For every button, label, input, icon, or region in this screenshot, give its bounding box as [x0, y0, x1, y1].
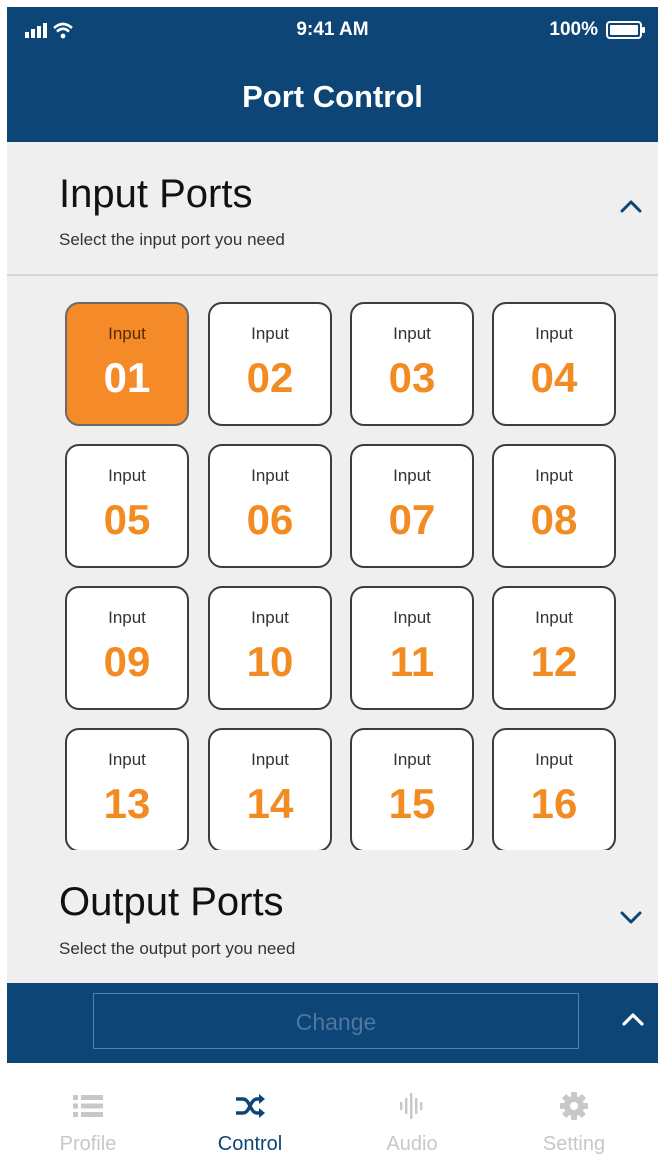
- output-ports-header[interactable]: Output Ports Select the output port you …: [7, 850, 658, 983]
- input-port-07[interactable]: Input 07: [350, 444, 474, 568]
- port-number: 14: [246, 780, 294, 827]
- port-label: Input: [251, 466, 289, 485]
- port-label: Input: [393, 608, 431, 627]
- port-number: 12: [530, 638, 578, 685]
- port-number: 11: [389, 638, 435, 685]
- input-port-16[interactable]: Input 16: [492, 728, 616, 850]
- audio-wave-icon: [400, 1093, 423, 1119]
- input-port-03[interactable]: Input 03: [350, 302, 474, 426]
- input-ports-title: Input Ports: [59, 172, 253, 216]
- port-label: Input: [251, 324, 289, 343]
- port-label: Input: [108, 466, 146, 485]
- tab-audio[interactable]: Audio: [331, 1063, 493, 1165]
- input-ports-subtitle: Select the input port you need: [59, 230, 285, 249]
- shuffle-icon: [236, 1094, 265, 1118]
- tab-label: Setting: [542, 1133, 606, 1155]
- tab-bar: Profile Control Audio Setting: [7, 1063, 658, 1165]
- port-number: 08: [530, 496, 578, 543]
- port-label: Input: [251, 750, 289, 769]
- port-number: 16: [530, 780, 578, 827]
- output-ports-title: Output Ports: [59, 880, 284, 924]
- input-port-02[interactable]: Input 02: [208, 302, 332, 426]
- port-number: 05: [103, 496, 151, 543]
- port-label: Input: [535, 324, 573, 343]
- input-port-09[interactable]: Input 09: [65, 586, 189, 710]
- chevron-up-icon[interactable]: [618, 1005, 648, 1035]
- port-label: Input: [535, 750, 573, 769]
- app-header: 9:41 AM 100% Port Control: [7, 7, 658, 142]
- input-port-10[interactable]: Input 10: [208, 586, 332, 710]
- tab-label: Control: [217, 1133, 283, 1155]
- input-port-13[interactable]: Input 13: [65, 728, 189, 850]
- port-number: 03: [388, 354, 436, 401]
- port-number: 04: [530, 354, 578, 401]
- input-port-06[interactable]: Input 06: [208, 444, 332, 568]
- port-label: Input: [251, 608, 289, 627]
- tab-label: Profile: [59, 1133, 117, 1155]
- input-port-14[interactable]: Input 14: [208, 728, 332, 850]
- chevron-up-icon[interactable]: [616, 192, 646, 222]
- port-number: 06: [246, 496, 294, 543]
- battery-icon: [606, 21, 645, 39]
- port-number: 01: [103, 354, 151, 401]
- port-label: Input: [535, 466, 573, 485]
- input-port-11[interactable]: Input 11: [350, 586, 474, 710]
- status-bar: 9:41 AM 100%: [7, 7, 658, 53]
- app-screen: 9:41 AM 100% Port Control Input Ports Se…: [7, 7, 658, 1165]
- port-number: 02: [246, 354, 294, 401]
- input-ports-header[interactable]: Input Ports Select the input port you ne…: [7, 142, 658, 275]
- battery-percent: 100%: [549, 19, 598, 40]
- tab-profile[interactable]: Profile: [7, 1063, 169, 1165]
- gear-icon: [560, 1092, 588, 1120]
- page-title: Port Control: [242, 79, 423, 114]
- input-port-15[interactable]: Input 15: [350, 728, 474, 850]
- port-label: Input: [393, 466, 431, 485]
- port-label: Input: [393, 324, 431, 343]
- input-port-12[interactable]: Input 12: [492, 586, 616, 710]
- port-number: 15: [388, 780, 436, 827]
- change-button[interactable]: Change: [93, 993, 579, 1049]
- list-icon: [73, 1095, 103, 1117]
- port-number: 13: [103, 780, 151, 827]
- action-bar: Change: [7, 983, 658, 1063]
- output-ports-subtitle: Select the output port you need: [59, 939, 296, 958]
- input-port-05[interactable]: Input 05: [65, 444, 189, 568]
- port-number: 07: [388, 496, 436, 543]
- tab-control[interactable]: Control: [169, 1063, 331, 1165]
- input-port-04[interactable]: Input 04: [492, 302, 616, 426]
- tab-setting[interactable]: Setting: [493, 1063, 655, 1165]
- port-label: Input: [108, 750, 146, 769]
- port-label: Input: [108, 608, 146, 627]
- tab-label: Audio: [386, 1133, 438, 1155]
- input-port-grid: Input 01 Input 02 Input 03 Input 04 Input 05 Input…: [65, 302, 617, 850]
- port-number: 10: [246, 638, 294, 685]
- input-port-01[interactable]: Input 01: [65, 302, 189, 426]
- port-label: Input: [535, 608, 573, 627]
- input-port-08[interactable]: Input 08: [492, 444, 616, 568]
- chevron-down-icon[interactable]: [616, 902, 646, 932]
- port-number: 09: [103, 638, 151, 685]
- section-divider: [7, 274, 658, 276]
- port-label: Input: [108, 324, 146, 343]
- port-label: Input: [393, 750, 431, 769]
